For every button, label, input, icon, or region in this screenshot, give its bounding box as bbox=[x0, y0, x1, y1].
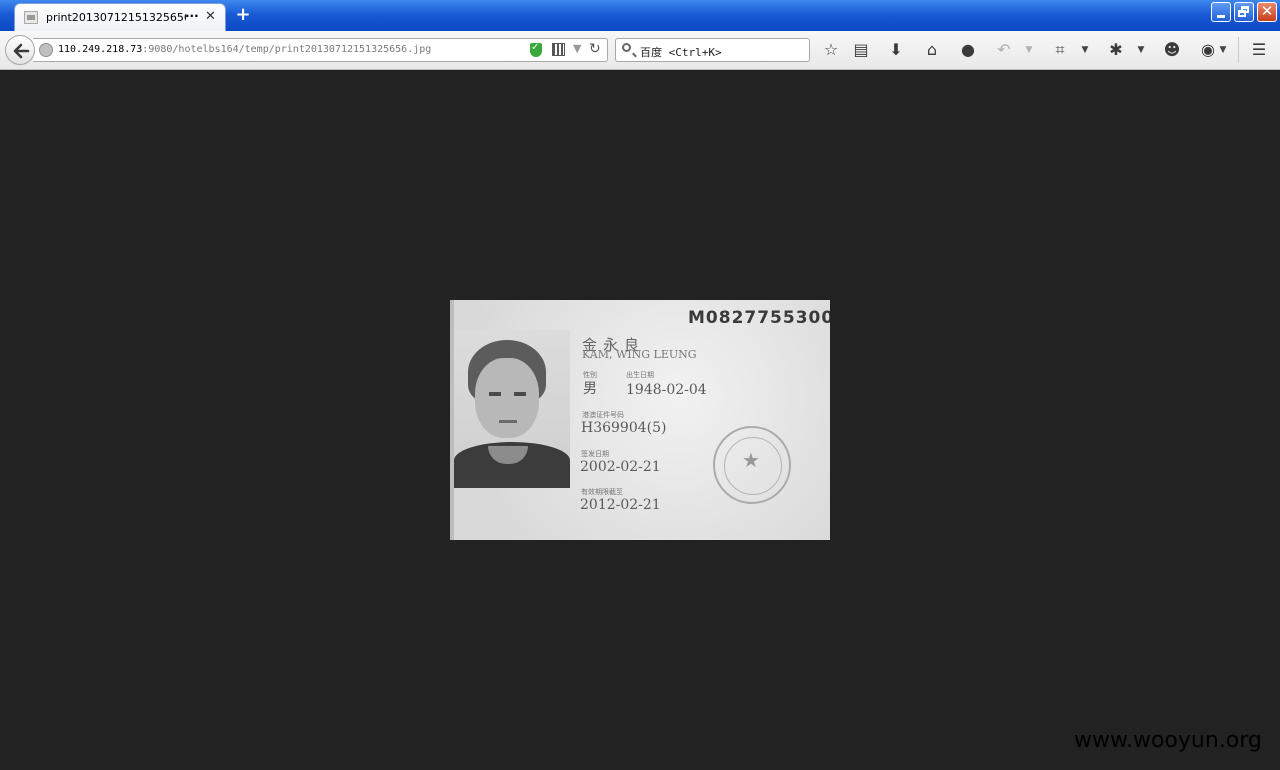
undo-dropdown-icon[interactable]: ▼ bbox=[1024, 40, 1034, 60]
reload-icon[interactable]: ↻ bbox=[589, 41, 601, 57]
close-window-button[interactable]: ✕ bbox=[1257, 2, 1277, 22]
search-icon bbox=[622, 43, 631, 52]
window-titlebar: print20130712151325656. ··· ✕ + ✕ bbox=[0, 0, 1280, 31]
issue-date-label: 签发日期 bbox=[581, 450, 609, 458]
shield-icon[interactable] bbox=[530, 42, 542, 57]
search-placeholder: 百度 <Ctrl+K> bbox=[640, 46, 722, 59]
close-tab-icon[interactable]: ✕ bbox=[205, 9, 216, 24]
browser-account-icon[interactable]: ◉ bbox=[1198, 40, 1218, 60]
download-icon[interactable]: ⬇ bbox=[886, 40, 906, 60]
addon-dropdown-icon[interactable]: ▼ bbox=[1136, 40, 1146, 60]
url-text[interactable]: 110.249.218.73:9080/hotelbs164/temp/prin… bbox=[58, 44, 431, 55]
dob-value: 1948-02-04 bbox=[626, 382, 707, 398]
permit-number-label: 港澳证件号码 bbox=[582, 411, 624, 419]
tab-active[interactable]: print20130712151325656. ··· ✕ bbox=[14, 3, 226, 31]
holder-name-english: KAM, WING LEUNG bbox=[582, 348, 697, 361]
menu-icon[interactable]: ☰ bbox=[1249, 40, 1269, 60]
back-arrow-icon bbox=[13, 43, 30, 59]
new-tab-icon[interactable]: + bbox=[234, 4, 252, 26]
account-dropdown-icon[interactable]: ▼ bbox=[1218, 40, 1228, 60]
expiry-date-value: 2012-02-21 bbox=[580, 497, 661, 513]
bookmarks-list-icon[interactable]: ▤ bbox=[851, 40, 871, 60]
close-icon: ✕ bbox=[1260, 2, 1274, 20]
minimize-window-button[interactable] bbox=[1211, 2, 1231, 22]
search-bar[interactable]: 百度 <Ctrl+K> bbox=[615, 38, 810, 62]
restore-window-button[interactable] bbox=[1234, 2, 1254, 22]
crop-screenshot-icon[interactable]: ⌗ bbox=[1050, 40, 1070, 60]
addon-bee-icon[interactable]: ✱ bbox=[1106, 40, 1126, 60]
address-bar[interactable]: 110.249.218.73:9080/hotelbs164/temp/prin… bbox=[33, 38, 608, 62]
issue-date-value: 2002-02-21 bbox=[580, 459, 661, 475]
toolbar-separator bbox=[1238, 37, 1239, 63]
history-dropdown-icon[interactable]: ▼ bbox=[573, 42, 581, 55]
chat-bubble-icon[interactable]: ● bbox=[958, 40, 978, 60]
screenshot-dropdown-icon[interactable]: ▼ bbox=[1080, 40, 1090, 60]
tab-title: print20130712151325656. bbox=[46, 11, 186, 24]
url-host: 110.249.218.73 bbox=[58, 44, 143, 55]
sex-value: 男 bbox=[583, 381, 597, 397]
image-file-icon bbox=[24, 11, 38, 24]
home-icon[interactable]: ⌂ bbox=[922, 40, 942, 60]
watermark: www.wooyun.org bbox=[1074, 728, 1262, 753]
back-button[interactable] bbox=[5, 35, 35, 65]
expiry-date-label: 有效期限截至 bbox=[581, 488, 623, 496]
undo-icon[interactable]: ↶ bbox=[994, 40, 1014, 60]
id-card-image[interactable]: M0827755300 金永良 KAM, WING LEUNG 性别 男 出生日… bbox=[450, 300, 830, 540]
navigation-toolbar: 110.249.218.73:9080/hotelbs164/temp/prin… bbox=[0, 31, 1280, 70]
emoji-icon[interactable]: ☻ bbox=[1162, 40, 1182, 60]
portrait-photo bbox=[454, 330, 570, 488]
url-path: :9080/hotelbs164/temp/print2013071215132… bbox=[142, 44, 432, 55]
permit-number-value: H369904(5) bbox=[581, 420, 667, 436]
globe-icon bbox=[39, 43, 53, 57]
card-number: M0827755300 bbox=[688, 308, 830, 328]
dob-label: 出生日期 bbox=[626, 371, 654, 379]
bookmark-star-icon[interactable]: ☆ bbox=[821, 40, 841, 60]
image-viewer: M0827755300 金永良 KAM, WING LEUNG 性别 男 出生日… bbox=[0, 70, 1280, 770]
tab-ellipsis: ··· bbox=[185, 9, 199, 23]
official-seal-icon: ★ bbox=[713, 426, 791, 504]
qr-code-icon[interactable] bbox=[552, 43, 565, 56]
